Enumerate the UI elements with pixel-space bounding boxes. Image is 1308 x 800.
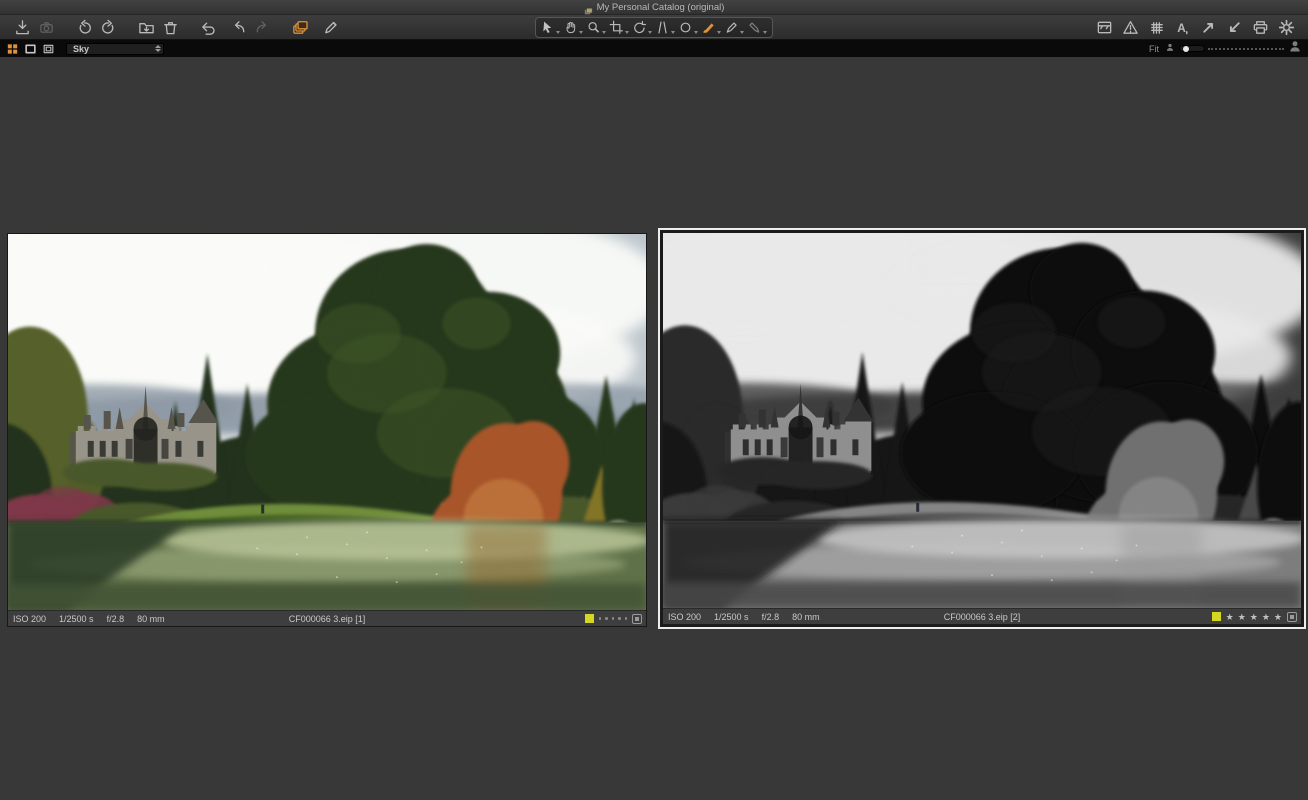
image-card-2[interactable]: ISO 2001/2500 sf/2.880 mm CF000066 3.eip…: [663, 233, 1301, 624]
rating-dot-icon[interactable]: [618, 617, 621, 620]
filename-label: CF000066 3.eip [1]: [289, 614, 366, 624]
star-icon[interactable]: ★: [1238, 612, 1246, 622]
image-footer-1: ISO 2001/2500 sf/2.880 mm CF000066 3.eip…: [8, 610, 646, 626]
tool-dropdown-caret-icon[interactable]: [671, 31, 675, 34]
viewer-layout-icon[interactable]: [1092, 16, 1116, 38]
pick-mask-tool-icon[interactable]: [746, 17, 769, 38]
keystone-tool-icon[interactable]: [654, 17, 677, 38]
export-icon[interactable]: [134, 16, 158, 38]
viewer-area[interactable]: ISO 2001/2500 sf/2.880 mm CF000066 3.eip…: [0, 57, 1308, 799]
selection-frame[interactable]: ISO 2001/2500 sf/2.880 mm CF000066 3.eip…: [658, 228, 1306, 629]
tool-dropdown-caret-icon[interactable]: [717, 31, 721, 34]
rating-dot-icon[interactable]: [612, 617, 615, 620]
capture-icon: [34, 16, 58, 38]
exif-info: ISO 2001/2500 sf/2.880 mm: [13, 614, 178, 624]
arrow-out-icon[interactable]: [1196, 16, 1220, 38]
star-icon[interactable]: ★: [1250, 612, 1258, 622]
zoom-large-icon[interactable]: [1288, 39, 1302, 59]
tool-dropdown-caret-icon[interactable]: [763, 31, 767, 34]
tool-dropdown-caret-icon[interactable]: [740, 31, 744, 34]
adjustments-pen-icon[interactable]: [318, 16, 342, 38]
forward-icon: [250, 16, 274, 38]
zoom-slider-knob[interactable]: [1183, 46, 1189, 52]
stepper-icon[interactable]: [155, 44, 161, 54]
toolbar-right-group: A: [1092, 16, 1298, 38]
photo-color[interactable]: [8, 234, 646, 610]
import-icon[interactable]: [10, 16, 34, 38]
view-mode-group: [4, 42, 58, 56]
image-footer-2: ISO 2001/2500 sf/2.880 mm CF000066 3.eip…: [663, 608, 1301, 624]
single-view-icon[interactable]: [22, 42, 38, 56]
color-tag[interactable]: [585, 614, 594, 623]
back-icon[interactable]: [226, 16, 250, 38]
tool-dropdown-caret-icon[interactable]: [648, 31, 652, 34]
settings-icon[interactable]: [1274, 16, 1298, 38]
tool-dropdown-caret-icon[interactable]: [602, 31, 606, 34]
exif-info: ISO 2001/2500 sf/2.880 mm: [668, 612, 833, 622]
toolbar-left-group: [10, 16, 342, 38]
rating-dot-icon[interactable]: [605, 617, 608, 620]
exposure-warning-icon[interactable]: [1118, 16, 1142, 38]
star-icon[interactable]: ★: [1226, 612, 1234, 622]
tool-dropdown-caret-icon[interactable]: [579, 31, 583, 34]
photo-bw[interactable]: [663, 233, 1301, 608]
star-rating[interactable]: [599, 611, 628, 627]
catalog-icon: [584, 3, 593, 12]
print-icon[interactable]: [1248, 16, 1272, 38]
preset-select[interactable]: Sky: [66, 43, 164, 55]
multi-view-icon[interactable]: [4, 42, 20, 56]
rating-dot-icon[interactable]: [599, 617, 602, 620]
rating-dot-icon[interactable]: [625, 617, 628, 620]
star-icon[interactable]: ★: [1262, 612, 1270, 622]
proof-icon[interactable]: A: [1170, 16, 1194, 38]
draw-mask-tool-icon[interactable]: [700, 17, 723, 38]
pointer-tool-icon[interactable]: [539, 17, 562, 38]
viewer-toolbar: Sky Fit: [0, 40, 1308, 57]
spot-tool-icon[interactable]: [677, 17, 700, 38]
tool-dropdown-caret-icon[interactable]: [625, 31, 629, 34]
tool-dropdown-caret-icon[interactable]: [556, 31, 560, 34]
svg-text:A: A: [1177, 20, 1186, 34]
cursor-tool-group: [535, 17, 773, 38]
star-rating[interactable]: ★ ★ ★ ★ ★: [1226, 609, 1282, 625]
adjustments-badge-icon: [1287, 612, 1297, 622]
zoom-slider-track[interactable]: [1208, 48, 1284, 50]
undo-icon[interactable]: [196, 16, 220, 38]
star-icon[interactable]: ★: [1274, 612, 1282, 622]
arrow-in-icon[interactable]: [1222, 16, 1246, 38]
pan-tool-icon[interactable]: [562, 17, 585, 38]
zoom-small-icon[interactable]: [1165, 40, 1175, 58]
crop-tool-icon[interactable]: [608, 17, 631, 38]
filename-label: CF000066 3.eip [2]: [944, 612, 1021, 622]
rotate-tool-icon[interactable]: [631, 17, 654, 38]
adjustments-badge-icon: [632, 614, 642, 624]
color-tag[interactable]: [1212, 612, 1221, 621]
zoom-control: Fit: [1149, 39, 1304, 59]
window-titlebar[interactable]: My Personal Catalog (original): [0, 0, 1308, 15]
image-card-1[interactable]: ISO 2001/2500 sf/2.880 mm CF000066 3.eip…: [7, 233, 647, 627]
trash-icon[interactable]: [158, 16, 182, 38]
compare-view-icon[interactable]: [40, 42, 56, 56]
erase-mask-tool-icon[interactable]: [723, 17, 746, 38]
zoom-slider[interactable]: [1179, 45, 1284, 52]
main-toolbar: A: [0, 15, 1308, 40]
zoom-fit-label: Fit: [1149, 44, 1159, 54]
browse-icon[interactable]: [288, 16, 312, 38]
tool-dropdown-caret-icon[interactable]: [694, 31, 698, 34]
loupe-tool-icon[interactable]: [585, 17, 608, 38]
preset-select-value: Sky: [73, 44, 89, 54]
rotate-left-icon[interactable]: [72, 16, 96, 38]
grid-icon[interactable]: [1144, 16, 1168, 38]
window-title: My Personal Catalog (original): [597, 2, 725, 13]
rotate-right-icon[interactable]: [96, 16, 120, 38]
